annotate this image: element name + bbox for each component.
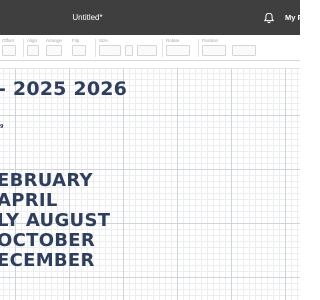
design-text-month-line[interactable]: LY AUGUST xyxy=(0,210,110,231)
design-text-years[interactable]: - 2025 2026 xyxy=(0,78,127,100)
toolbar-label: Align xyxy=(27,38,38,43)
top-bar: Untitled* My P xyxy=(0,0,303,35)
width-field[interactable] xyxy=(99,45,121,56)
offset-button[interactable] xyxy=(2,45,16,56)
bell-icon[interactable] xyxy=(263,12,275,24)
edit-toolbar: Offset Align Arrange Flip Size Rotate Po… xyxy=(0,35,300,61)
toolbar-group-offset[interactable]: Offset xyxy=(2,38,20,58)
toolbar-label: Offset xyxy=(2,38,14,43)
height-field[interactable] xyxy=(137,45,157,56)
design-text-month-line[interactable]: ECEMBER xyxy=(0,250,95,271)
arrange-button[interactable] xyxy=(46,45,62,56)
toolbar-label: Arrange xyxy=(46,38,63,43)
toolbar-group-size[interactable]: Size xyxy=(99,38,157,58)
document-title[interactable]: Untitled* xyxy=(0,0,175,35)
design-text-small[interactable]: 9 xyxy=(0,124,3,130)
flip-button[interactable] xyxy=(72,45,86,56)
design-text-month-line[interactable]: APRIL xyxy=(0,190,58,211)
toolbar-divider xyxy=(95,39,96,57)
toolbar-label: Rotate xyxy=(166,38,180,43)
toolbar-group-position[interactable]: Position xyxy=(202,38,282,58)
position-x-field[interactable] xyxy=(202,45,226,56)
lock-proportions-button[interactable] xyxy=(125,45,133,56)
toolbar-group-rotate[interactable]: Rotate xyxy=(166,38,194,58)
my-projects-link[interactable]: My P xyxy=(285,0,303,35)
toolbar-group-flip[interactable]: Flip xyxy=(72,38,92,58)
design-text-month-line[interactable]: OCTOBER xyxy=(0,230,95,251)
canvas-ruler xyxy=(0,61,300,69)
rotate-field[interactable] xyxy=(166,45,190,56)
align-button[interactable] xyxy=(27,45,39,56)
toolbar-group-arrange[interactable]: Arrange xyxy=(46,38,70,58)
toolbar-divider xyxy=(162,39,163,57)
toolbar-label: Size xyxy=(99,38,108,43)
toolbar-divider xyxy=(198,39,199,57)
toolbar-label: Position xyxy=(202,38,219,43)
position-y-field[interactable] xyxy=(232,45,256,56)
toolbar-divider xyxy=(23,39,24,57)
design-text-month-line[interactable]: EBRUARY xyxy=(0,170,93,191)
toolbar-label: Flip xyxy=(72,38,80,43)
